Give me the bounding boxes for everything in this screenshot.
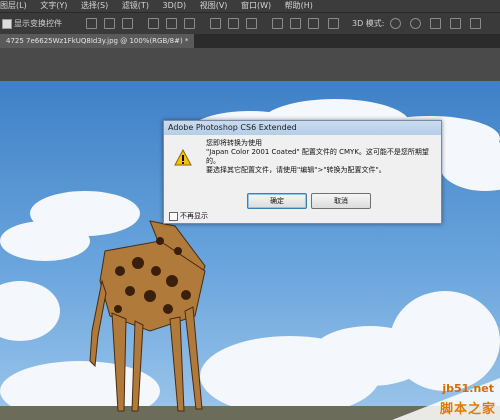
align-hcenter-icon[interactable] bbox=[166, 18, 177, 29]
distribute-vcenter-icon[interactable] bbox=[228, 18, 239, 29]
auto-align-icon[interactable] bbox=[328, 18, 339, 29]
menu-help[interactable]: 帮助(H) bbox=[285, 0, 313, 12]
menu-view[interactable]: 视图(V) bbox=[200, 0, 228, 12]
show-transform-checkbox[interactable] bbox=[2, 19, 12, 29]
roll-3d-icon[interactable] bbox=[410, 18, 421, 29]
menu-bar: 图层(L) 文字(Y) 选择(S) 滤镜(T) 3D(D) 视图(V) 窗口(W… bbox=[0, 0, 500, 12]
watermark: jb51.net 脚本之家 bbox=[392, 378, 500, 420]
menu-window[interactable]: 窗口(W) bbox=[241, 0, 271, 12]
dialog-title: Adobe Photoshop CS6 Extended bbox=[164, 121, 441, 135]
dont-show-checkbox[interactable] bbox=[169, 211, 178, 221]
document-tab[interactable]: 4725 7e6625Wz1FkUQ8Id3y.jpg @ 100%(RGB/8… bbox=[0, 34, 195, 48]
distribute-left-icon[interactable] bbox=[272, 18, 283, 29]
dont-show-again[interactable]: 不再显示 bbox=[169, 211, 208, 221]
menu-layer[interactable]: 图层(L) bbox=[0, 0, 27, 12]
menu-type[interactable]: 文字(Y) bbox=[40, 0, 67, 12]
scale-3d-icon[interactable] bbox=[470, 18, 481, 29]
distribute-right-icon[interactable] bbox=[308, 18, 319, 29]
show-transform-label: 显示变换控件 bbox=[14, 19, 62, 28]
align-top-icon[interactable] bbox=[86, 18, 97, 29]
options-bar: 显示变换控件 3D 模式: bbox=[0, 12, 500, 35]
distribute-bottom-icon[interactable] bbox=[246, 18, 257, 29]
convert-profile-dialog: Adobe Photoshop CS6 Extended 您即将转换为使用 "J… bbox=[163, 120, 442, 224]
align-vcenter-icon[interactable] bbox=[104, 18, 115, 29]
watermark-url: jb51.net bbox=[442, 382, 494, 395]
watermark-name: 脚本之家 bbox=[439, 402, 496, 417]
cancel-button[interactable]: 取消 bbox=[311, 193, 371, 209]
message-line-3: 的。 bbox=[206, 157, 220, 165]
ok-button[interactable]: 确定 bbox=[247, 193, 307, 209]
align-left-icon[interactable] bbox=[148, 18, 159, 29]
dont-show-label: 不再显示 bbox=[180, 212, 208, 220]
menu-filter[interactable]: 滤镜(T) bbox=[122, 0, 149, 12]
rotate-3d-icon[interactable] bbox=[390, 18, 401, 29]
slide-3d-icon[interactable] bbox=[450, 18, 461, 29]
3d-mode-label: 3D 模式: bbox=[352, 19, 385, 28]
warning-icon bbox=[174, 149, 192, 166]
align-right-icon[interactable] bbox=[184, 18, 195, 29]
message-line-4: 要选择其它配置文件，请使用"编辑">"转换为配置文件"。 bbox=[206, 166, 386, 174]
dialog-body: 您即将转换为使用 "Japan Color 2001 Coated" 配置文件的… bbox=[164, 135, 441, 223]
document-tab-bar: 4725 7e6625Wz1FkUQ8Id3y.jpg @ 100%(RGB/8… bbox=[0, 34, 500, 48]
menu-3d[interactable]: 3D(D) bbox=[163, 0, 187, 12]
menu-select[interactable]: 选择(S) bbox=[81, 0, 108, 12]
message-line-2: "Japan Color 2001 Coated" 配置文件的 CMYK。这可能… bbox=[206, 148, 429, 156]
align-bottom-icon[interactable] bbox=[122, 18, 133, 29]
dialog-message: 您即将转换为使用 "Japan Color 2001 Coated" 配置文件的… bbox=[206, 139, 434, 175]
distribute-hcenter-icon[interactable] bbox=[290, 18, 301, 29]
distribute-top-icon[interactable] bbox=[210, 18, 221, 29]
pan-3d-icon[interactable] bbox=[430, 18, 441, 29]
message-line-1: 您即将转换为使用 bbox=[206, 139, 262, 147]
canvas-area[interactable] bbox=[0, 48, 500, 420]
